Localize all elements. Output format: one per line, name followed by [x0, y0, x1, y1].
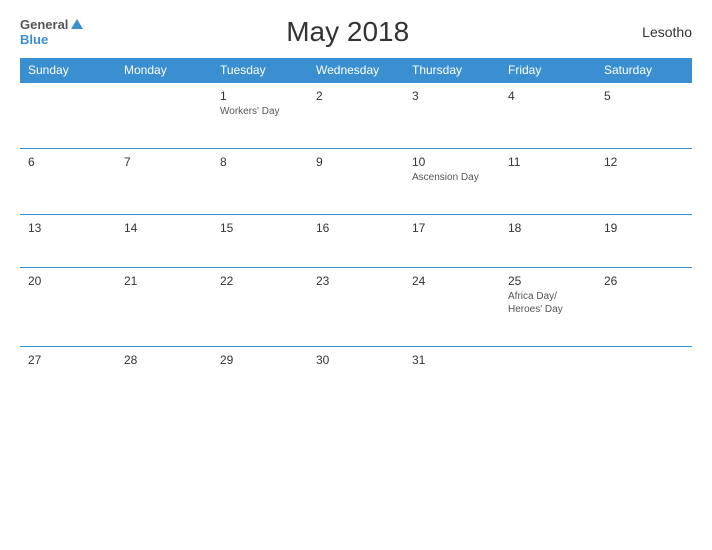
day-number: 5 [604, 89, 684, 103]
calendar-day-cell: 13 [20, 215, 116, 268]
calendar-week-row: 13 14 15 16 17 18 19 [20, 215, 692, 268]
holiday-label: Africa Day/ Heroes' Day [508, 290, 588, 316]
calendar-day-cell: 24 [404, 268, 500, 347]
calendar-week-row: 20 21 22 23 24 25 Africa Day/ Heroes' Day 26 [20, 268, 692, 347]
calendar-day-cell [596, 347, 692, 400]
calendar-day-cell [116, 83, 212, 149]
day-number: 26 [604, 274, 684, 288]
calendar-day-cell: 2 [308, 83, 404, 149]
weekday-header-row: Sunday Monday Tuesday Wednesday Thursday… [20, 58, 692, 83]
logo: General Blue [20, 17, 83, 47]
col-sunday: Sunday [20, 58, 116, 83]
calendar-day-cell: 31 [404, 347, 500, 400]
day-number: 25 [508, 274, 588, 288]
calendar-day-cell: 20 [20, 268, 116, 347]
calendar-day-cell: 21 [116, 268, 212, 347]
header: General Blue May 2018 Lesotho [20, 16, 692, 48]
calendar-day-cell: 26 [596, 268, 692, 347]
col-tuesday: Tuesday [212, 58, 308, 83]
calendar-day-cell: 29 [212, 347, 308, 400]
calendar-day-cell: 9 [308, 149, 404, 215]
day-number: 6 [28, 155, 108, 169]
day-number: 8 [220, 155, 300, 169]
calendar-day-cell: 23 [308, 268, 404, 347]
calendar-day-cell: 16 [308, 215, 404, 268]
holiday-label: Workers' Day [220, 105, 300, 118]
calendar-week-row: 6 7 8 9 10 Ascension Day 11 12 [20, 149, 692, 215]
calendar-day-cell: 22 [212, 268, 308, 347]
day-number: 1 [220, 89, 300, 103]
calendar-day-cell: 15 [212, 215, 308, 268]
day-number: 15 [220, 221, 300, 235]
day-number: 4 [508, 89, 588, 103]
calendar-day-cell: 28 [116, 347, 212, 400]
day-number: 27 [28, 353, 108, 367]
calendar-day-cell: 6 [20, 149, 116, 215]
calendar-table: Sunday Monday Tuesday Wednesday Thursday… [20, 58, 692, 399]
calendar-day-cell: 10 Ascension Day [404, 149, 500, 215]
day-number: 28 [124, 353, 204, 367]
day-number: 19 [604, 221, 684, 235]
col-friday: Friday [500, 58, 596, 83]
day-number: 7 [124, 155, 204, 169]
day-number: 17 [412, 221, 492, 235]
day-number: 16 [316, 221, 396, 235]
calendar-day-cell [500, 347, 596, 400]
col-wednesday: Wednesday [308, 58, 404, 83]
col-monday: Monday [116, 58, 212, 83]
day-number: 20 [28, 274, 108, 288]
calendar-day-cell [20, 83, 116, 149]
calendar-day-cell: 7 [116, 149, 212, 215]
day-number: 11 [508, 155, 588, 169]
day-number: 13 [28, 221, 108, 235]
day-number: 31 [412, 353, 492, 367]
calendar-day-cell: 17 [404, 215, 500, 268]
calendar-day-cell: 8 [212, 149, 308, 215]
calendar-day-cell: 11 [500, 149, 596, 215]
day-number: 12 [604, 155, 684, 169]
calendar-day-cell: 5 [596, 83, 692, 149]
day-number: 30 [316, 353, 396, 367]
calendar-day-cell: 4 [500, 83, 596, 149]
day-number: 3 [412, 89, 492, 103]
day-number: 24 [412, 274, 492, 288]
calendar-day-cell: 3 [404, 83, 500, 149]
page: General Blue May 2018 Lesotho Sunday Mon… [0, 0, 712, 550]
calendar-week-row: 27 28 29 30 31 [20, 347, 692, 400]
day-number: 22 [220, 274, 300, 288]
day-number: 9 [316, 155, 396, 169]
holiday-label: Ascension Day [412, 171, 492, 184]
calendar-week-row: 1 Workers' Day 2 3 4 5 [20, 83, 692, 149]
logo-blue-text: Blue [20, 32, 48, 47]
calendar-day-cell: 1 Workers' Day [212, 83, 308, 149]
col-thursday: Thursday [404, 58, 500, 83]
day-number: 2 [316, 89, 396, 103]
logo-general-text: General [20, 17, 68, 32]
calendar-day-cell: 27 [20, 347, 116, 400]
col-saturday: Saturday [596, 58, 692, 83]
calendar-day-cell: 18 [500, 215, 596, 268]
calendar-title: May 2018 [83, 16, 612, 48]
day-number: 14 [124, 221, 204, 235]
calendar-day-cell: 14 [116, 215, 212, 268]
day-number: 23 [316, 274, 396, 288]
day-number: 10 [412, 155, 492, 169]
day-number: 21 [124, 274, 204, 288]
calendar-day-cell: 25 Africa Day/ Heroes' Day [500, 268, 596, 347]
day-number: 29 [220, 353, 300, 367]
calendar-day-cell: 30 [308, 347, 404, 400]
logo-triangle-icon [71, 19, 83, 29]
day-number: 18 [508, 221, 588, 235]
calendar-day-cell: 19 [596, 215, 692, 268]
calendar-day-cell: 12 [596, 149, 692, 215]
country-label: Lesotho [612, 24, 692, 40]
